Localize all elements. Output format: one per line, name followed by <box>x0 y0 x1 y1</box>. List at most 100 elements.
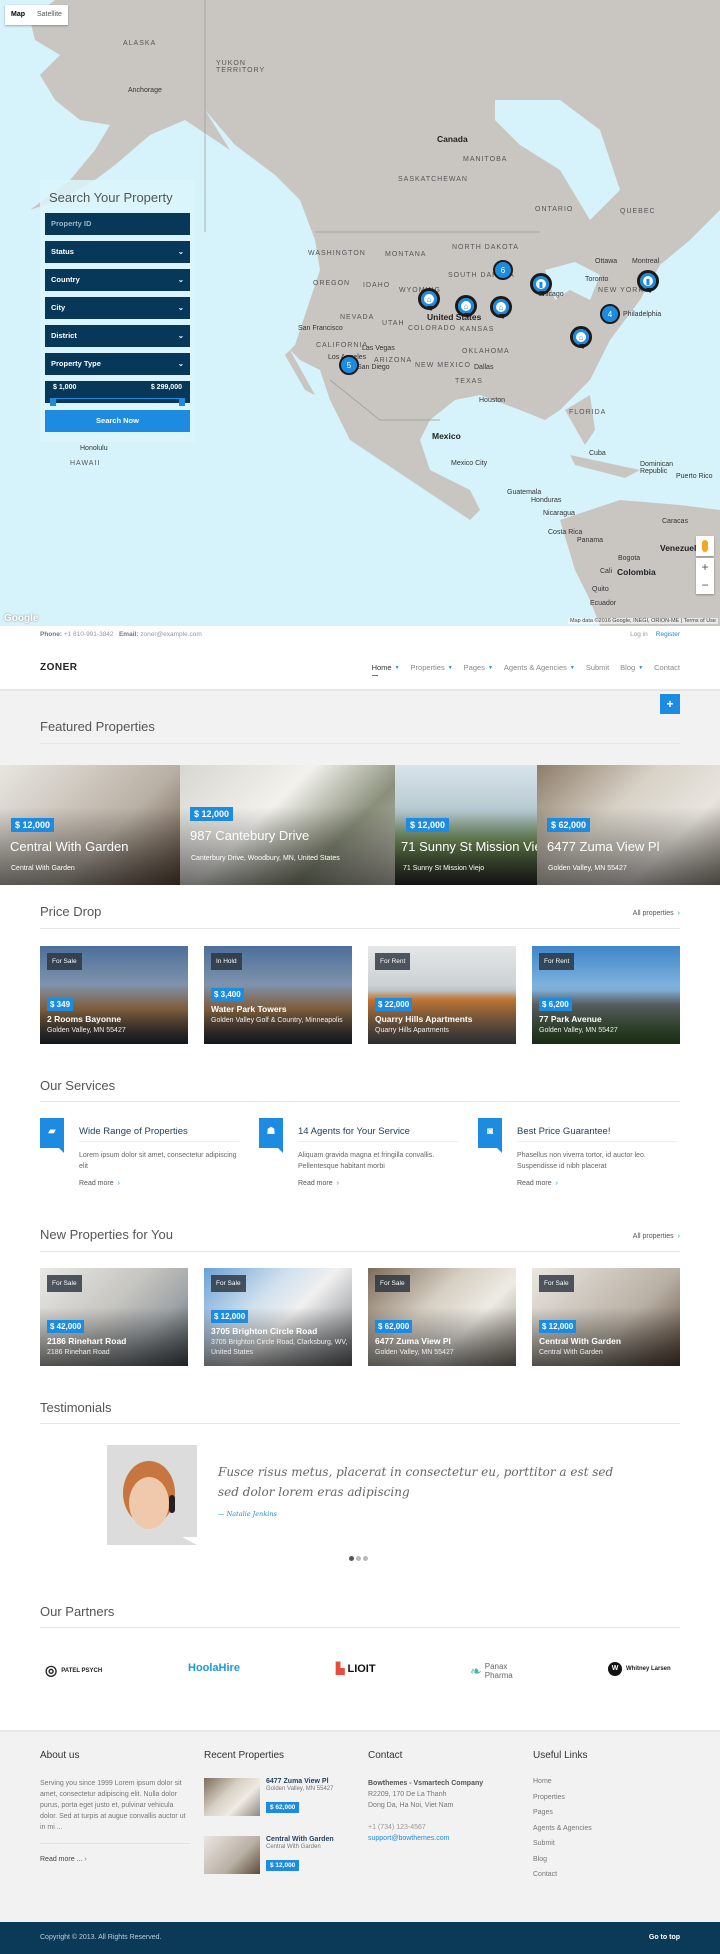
footer-link-pages[interactable]: Pages <box>533 1809 683 1816</box>
new-properties-all-properties-link[interactable]: All properties › <box>633 1233 680 1240</box>
map-property-marker[interactable]: ⌂ <box>490 296 512 319</box>
map-cluster-marker[interactable]: 4 <box>600 304 620 324</box>
property-card[interactable]: For Rent $ 22,000 Quarry Hills Apartment… <box>368 946 516 1044</box>
property-title: 987 Cantebury Drive <box>190 828 310 843</box>
partner-logo[interactable]: W Whitney Larsen <box>608 1662 671 1676</box>
status-select[interactable]: Status ⌄ <box>45 241 190 263</box>
footer-link-home[interactable]: Home <box>533 1778 683 1785</box>
property-id-input[interactable]: Property ID <box>45 213 190 235</box>
footer-link-submit[interactable]: Submit <box>533 1840 683 1847</box>
map-label: Philadelphia <box>623 311 662 318</box>
map-label: ARIZONA <box>374 357 413 364</box>
caret-down-icon: ▼ <box>487 665 493 672</box>
property-address: Golden Valley, MN 55427 <box>539 1027 618 1034</box>
recent-property-item[interactable]: 6477 Zuma View Pl Golden Valley, MN 5542… <box>204 1778 354 1816</box>
slide-dot[interactable] <box>349 1556 354 1561</box>
nav-item-agents[interactable]: Agents & Agencies ▼ <box>504 663 575 672</box>
street-view-pegman[interactable] <box>696 536 714 556</box>
featured-card[interactable]: $ 62,000 6477 Zuma View Pl Golden Valley… <box>537 765 720 885</box>
map-property-marker[interactable]: ▮ <box>637 270 659 293</box>
partner-logo[interactable]: ◎ PATEL PSYCH <box>45 1662 102 1679</box>
divider <box>40 1251 680 1252</box>
map-label: OREGON <box>313 280 351 287</box>
testimonials-title: Testimonials <box>40 1400 112 1415</box>
about-read-more-link[interactable]: Read more ... › <box>40 1856 190 1863</box>
divider <box>40 743 680 744</box>
contact-email-link[interactable]: support@bowthemes.com <box>368 1833 518 1844</box>
price-drop-all-properties-link[interactable]: All properties › <box>633 910 680 917</box>
price-max-handle[interactable] <box>179 398 185 406</box>
partner-logo[interactable]: HoolaHire <box>188 1662 240 1674</box>
service-title: 14 Agents for Your Service <box>298 1126 410 1137</box>
featured-card[interactable]: $ 12,000 71 Sunny St Mission Viejo 71 Su… <box>395 765 537 885</box>
email-address[interactable]: zoner@example.com <box>140 631 202 638</box>
map-cluster-marker[interactable]: 5 <box>339 355 359 375</box>
read-more-link[interactable]: Read more › <box>517 1180 558 1187</box>
property-map[interactable]: Map Satellite ALASKA Anchorage YUKON TER… <box>0 0 720 626</box>
read-more-link[interactable]: Read more › <box>79 1180 120 1187</box>
property-card[interactable]: In Hold $ 3,400 Water Park Towers Golden… <box>204 946 352 1044</box>
status-badge: For Rent <box>539 953 575 970</box>
status-badge: For Sale <box>539 1275 574 1292</box>
nav-item-properties[interactable]: Properties ▼ <box>411 663 453 672</box>
search-now-button[interactable]: Search Now <box>45 410 190 432</box>
map-property-marker[interactable]: ⌂ <box>455 295 477 318</box>
register-link[interactable]: Register <box>656 631 680 638</box>
zoom-out-button[interactable]: − <box>696 576 714 594</box>
slide-dot[interactable] <box>356 1556 361 1561</box>
link-label: Read more <box>298 1180 333 1187</box>
link-label: All properties <box>632 1233 674 1240</box>
nav-item-home[interactable]: Home ▼ <box>371 663 400 676</box>
recent-property-item[interactable]: Central With Garden Central With Garden … <box>204 1836 354 1874</box>
footer-useful-links: Useful Links Home Properties Pages Agent… <box>533 1750 683 1887</box>
map-property-marker[interactable]: ▮ <box>530 273 552 296</box>
footer-link-agents[interactable]: Agents & Agencies <box>533 1825 683 1832</box>
map-label: KANSAS <box>460 326 495 333</box>
partner-logo[interactable]: ▙ LIOIT <box>336 1662 376 1676</box>
city-select[interactable]: City ⌄ <box>45 297 190 319</box>
read-more-link[interactable]: Read more › <box>298 1180 339 1187</box>
country-select[interactable]: Country ⌄ <box>45 269 190 291</box>
add-property-button[interactable]: + <box>660 694 680 714</box>
map-attribution[interactable]: Map data ©2016 Google, INEGI, ORION-ME |… <box>568 618 718 624</box>
district-select[interactable]: District ⌄ <box>45 325 190 347</box>
price-tag: $ 12,000 <box>11 818 55 832</box>
house-icon: ⌂ <box>426 294 432 304</box>
select-label: Country <box>51 275 80 284</box>
property-card[interactable]: For Sale $ 12,000 Central With Garden Ce… <box>532 1268 680 1366</box>
caret-down-icon: ▼ <box>394 665 400 672</box>
map-type-satellite-button[interactable]: Satellite <box>31 5 68 25</box>
property-card[interactable]: For Sale $ 349 2 Rooms Bayonne Golden Va… <box>40 946 188 1044</box>
map-property-marker[interactable]: ⌂ <box>418 288 440 311</box>
divider <box>40 1423 680 1424</box>
zoom-in-button[interactable]: + <box>696 558 714 576</box>
property-card[interactable]: For Rent $ 6,200 77 Park Avenue Golden V… <box>532 946 680 1044</box>
site-logo[interactable]: ZONER <box>40 662 78 673</box>
property-title: 3705 Brighton Circle Road <box>211 1326 318 1336</box>
login-link[interactable]: Log in <box>630 631 648 638</box>
address-line: Dong Da, Ha Noi, Viet Nam <box>368 1802 454 1809</box>
nav-item-blog[interactable]: Blog ▼ <box>620 663 643 672</box>
footer-link-contact[interactable]: Contact <box>533 1871 683 1878</box>
go-to-top-link[interactable]: Go to top <box>649 1934 680 1941</box>
property-type-select[interactable]: Property Type ⌄ <box>45 353 190 375</box>
email-label: Email: <box>118 631 139 638</box>
featured-card[interactable]: $ 12,000 Central With Garden Central Wit… <box>0 765 180 885</box>
nav-item-pages[interactable]: Pages ▼ <box>464 663 493 672</box>
partner-logo[interactable]: ❧ Panax Pharma <box>470 1662 519 1680</box>
price-min-handle[interactable] <box>50 398 56 406</box>
nav-item-submit[interactable]: Submit <box>586 663 609 672</box>
footer: About us Serving you since 1999 Lorem ip… <box>0 1730 720 1922</box>
map-property-marker[interactable]: ⌂ <box>570 326 592 349</box>
nav-item-contact[interactable]: Contact <box>654 663 680 672</box>
property-card[interactable]: For Sale $ 12,000 3705 Brighton Circle R… <box>204 1268 352 1366</box>
map-cluster-marker[interactable]: 6 <box>493 260 513 280</box>
footer-link-properties[interactable]: Properties <box>533 1794 683 1801</box>
map-type-map-button[interactable]: Map <box>5 5 31 25</box>
building-icon: ▮ <box>538 279 544 289</box>
property-card[interactable]: For Sale $ 62,000 6477 Zuma View Pl Gold… <box>368 1268 516 1366</box>
property-card[interactable]: For Sale $ 42,000 2186 Rinehart Road 218… <box>40 1268 188 1366</box>
footer-link-blog[interactable]: Blog <box>533 1856 683 1863</box>
slide-dot[interactable] <box>363 1556 368 1561</box>
featured-card[interactable]: $ 12,000 987 Cantebury Drive Canterbury … <box>180 765 395 885</box>
